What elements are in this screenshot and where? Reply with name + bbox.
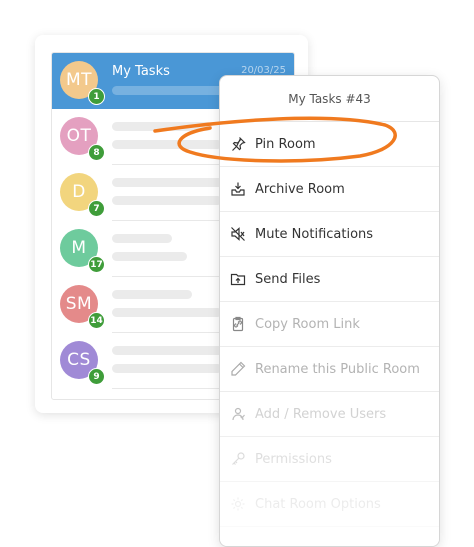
preview-placeholder [112,196,222,205]
menu-item-rename-room[interactable]: Rename this Public Room [220,347,439,392]
title-placeholder [112,290,192,299]
menu-item-pin-room[interactable]: Pin Room [220,122,439,167]
menu-title: My Tasks #43 [220,76,439,122]
menu-item-label: Rename this Public Room [255,361,420,377]
room-name: My Tasks [112,64,170,79]
unread-badge: 8 [88,144,105,161]
copy-link-icon [230,316,246,332]
folder-icon [230,271,246,287]
room-context-menu: My Tasks #43 Pin Room Archive Room Mute … [219,75,440,547]
menu-item-permissions[interactable]: Permissions [220,437,439,482]
pencil-icon [230,361,246,377]
menu-item-label: Mute Notifications [255,226,374,242]
menu-item-copy-room-link[interactable]: Copy Room Link [220,302,439,347]
unread-badge: 17 [88,256,105,273]
menu-item-label: Copy Room Link [255,316,360,332]
menu-item-label: Pin Room [255,136,316,152]
menu-item-mute-notifications[interactable]: Mute Notifications [220,212,439,257]
key-icon [230,451,246,467]
menu-item-label: Chat Room Options [255,496,381,512]
preview-placeholder [112,140,222,149]
mute-icon [230,226,246,242]
title-placeholder [112,234,172,243]
preview-placeholder [112,364,222,373]
title-placeholder [112,122,212,131]
preview-placeholder [112,252,187,261]
title-placeholder [112,346,232,355]
unread-badge: 9 [88,368,105,385]
preview-placeholder [112,308,222,317]
menu-item-label: Send Files [255,271,321,287]
pin-icon [230,136,246,152]
menu-item-label: Archive Room [255,181,345,197]
menu-item-label: Add / Remove Users [255,406,387,422]
menu-item-send-files[interactable]: Send Files [220,257,439,302]
menu-item-label: Permissions [255,451,332,467]
unread-badge: 1 [88,88,105,105]
users-icon [230,406,246,422]
menu-item-add-remove-users[interactable]: Add / Remove Users [220,392,439,437]
unread-badge: 7 [88,200,105,217]
unread-badge: 14 [88,312,105,329]
archive-icon [230,181,246,197]
menu-item-archive-room[interactable]: Archive Room [220,167,439,212]
gear-icon [230,496,246,512]
menu-item-chat-room-options[interactable]: Chat Room Options [220,482,439,527]
